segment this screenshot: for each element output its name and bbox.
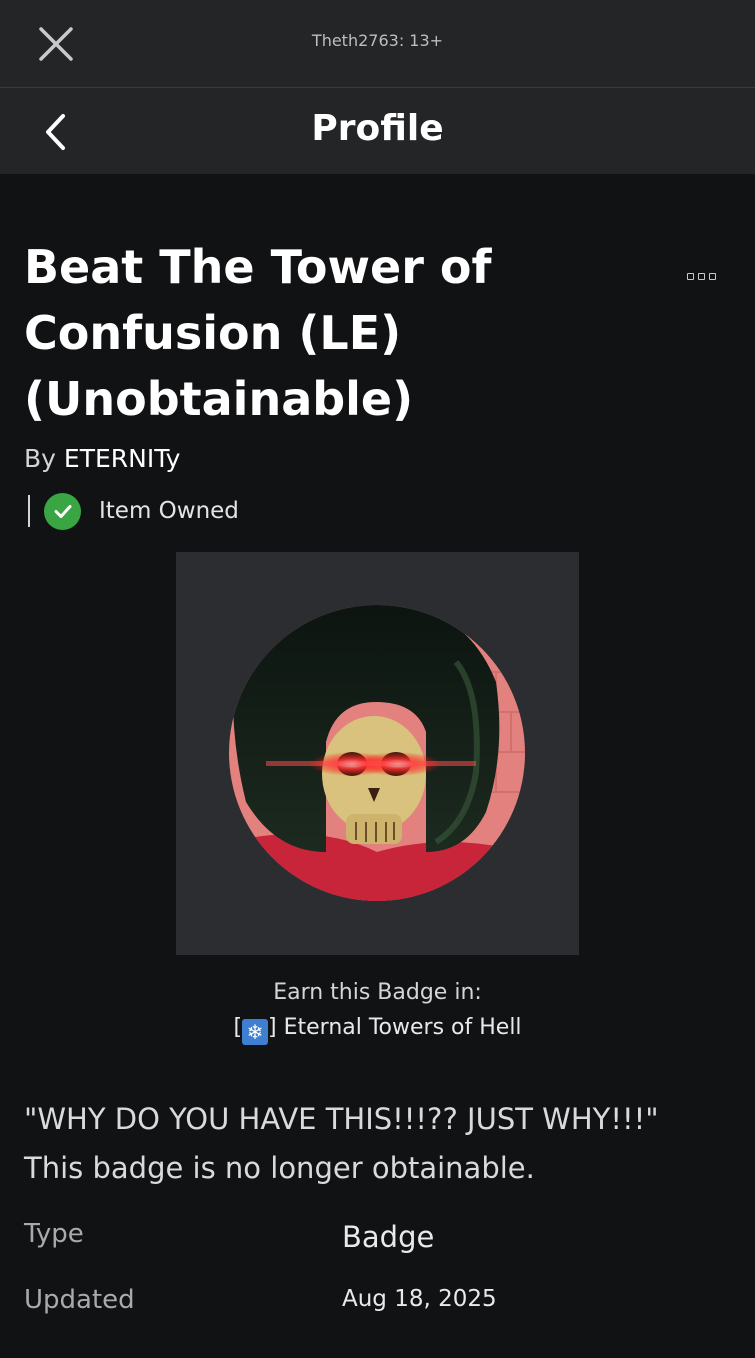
more-options-icon	[708, 272, 716, 280]
owned-status: Item Owned	[28, 490, 239, 532]
item-title: Beat The Tower of Confusion (LE) (Unobta…	[24, 240, 492, 426]
game-prefix: [	[233, 1015, 243, 1040]
skull-badge-image	[229, 605, 525, 901]
owned-label: Item Owned	[99, 498, 239, 524]
detail-label-type: Type	[24, 1219, 84, 1249]
more-options-button[interactable]	[672, 258, 730, 294]
more-options-icon	[686, 272, 694, 280]
nav-bar: Profile	[0, 88, 755, 174]
top-bar: Theth2763: 13+	[0, 0, 755, 88]
creator-link[interactable]: ETERNITy	[64, 444, 180, 473]
item-description: "WHY DO YOU HAVE THIS!!!?? JUST WHY!!!" …	[24, 1102, 659, 1185]
detail-value-type: Badge	[342, 1220, 435, 1254]
more-options-icon	[697, 272, 705, 280]
window-title: Theth2763: 13+	[311, 31, 444, 50]
earn-label: Earn this Badge in:	[273, 980, 482, 1005]
game-name: ] Eternal Towers of Hell	[268, 1015, 522, 1040]
creator-line: By ETERNITy	[24, 444, 180, 473]
detail-value-updated: Aug 18, 2025	[342, 1286, 497, 1312]
check-circle-icon	[44, 492, 81, 530]
badge-thumbnail	[176, 552, 579, 955]
creator-prefix: By	[24, 444, 64, 473]
divider	[28, 495, 30, 527]
game-link[interactable]: [❄] Eternal Towers of Hell	[0, 1015, 755, 1045]
detail-label-updated: Updated	[24, 1285, 135, 1315]
snowflake-icon: ❄	[242, 1019, 269, 1045]
page-title: Profile	[311, 108, 444, 149]
